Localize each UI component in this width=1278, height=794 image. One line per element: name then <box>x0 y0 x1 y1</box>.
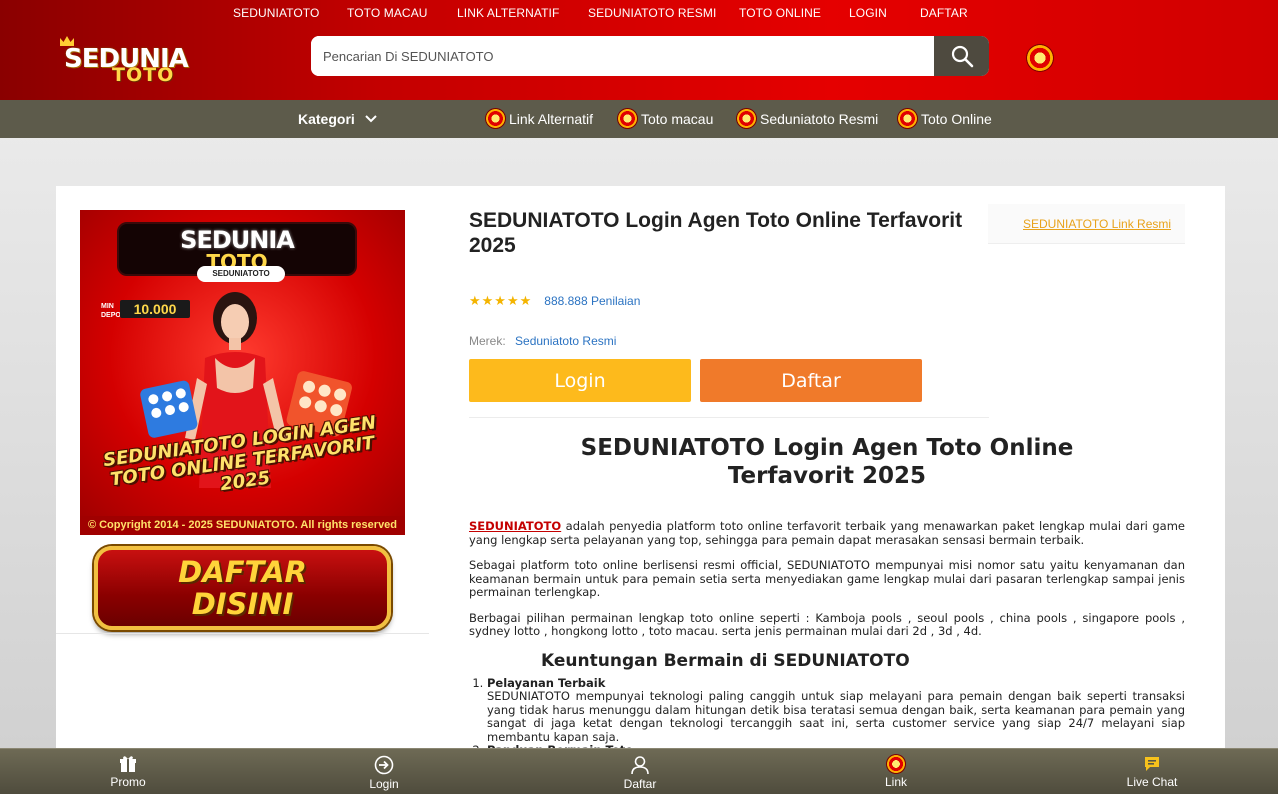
chip-icon <box>486 109 505 128</box>
divider <box>469 417 989 418</box>
daftar-disini-line2: DISINI <box>191 587 294 621</box>
kategori-dropdown[interactable]: Kategori <box>298 111 377 127</box>
site-header: SEDUNIATOTO TOTO MACAU LINK ALTERNATIF S… <box>0 0 1278 100</box>
article-heading: SEDUNIATOTO Login Agen Toto Online Terfa… <box>580 435 1074 489</box>
subnav-item-toto-macau[interactable]: Toto macau <box>618 109 713 128</box>
topnav-toto-macau[interactable]: TOTO MACAU <box>347 6 428 20</box>
banner-tag: SEDUNIATOTO <box>197 266 285 282</box>
user-icon <box>631 756 649 775</box>
chip-icon <box>1027 45 1053 71</box>
product-banner-image: SEDUNIA TOTO SEDUNIATOTO MIN DEPO 10.000 <box>80 210 405 535</box>
chip-icon <box>887 755 905 773</box>
subnav-item-label: Link Alternatif <box>509 110 594 127</box>
header-chip-icon[interactable] <box>1027 45 1053 71</box>
login-icon <box>374 755 394 775</box>
subnav-item-seduniatoto-resmi[interactable]: Seduniatoto Resmi <box>737 109 878 128</box>
chip-icon <box>618 109 637 128</box>
product-title: SEDUNIATOTO Login Agen Toto Online Terfa… <box>469 209 963 257</box>
chip-icon <box>898 109 917 128</box>
logo-word-toto: TOTO <box>112 64 175 86</box>
top-nav: SEDUNIATOTO TOTO MACAU LINK ALTERNATIF S… <box>0 6 1278 22</box>
bottom-nav-label: Promo <box>110 775 146 789</box>
bottom-nav-promo[interactable]: Promo <box>88 755 168 789</box>
daftar-disini-button[interactable]: DAFTAR DISINI <box>94 546 391 630</box>
seduniatoto-link[interactable]: SEDUNIATOTO <box>469 519 561 533</box>
brand-link[interactable]: Seduniatoto Resmi <box>515 334 616 348</box>
article-subheading: Keuntungan Bermain di SEDUNIATOTO <box>541 650 910 671</box>
topnav-daftar[interactable]: DAFTAR <box>920 6 968 20</box>
search-button[interactable] <box>934 36 989 76</box>
login-button[interactable]: Login <box>469 359 691 402</box>
lottery-card-left-icon <box>140 380 198 438</box>
side-link-resmi[interactable]: SEDUNIATOTO Link Resmi <box>988 204 1185 244</box>
topnav-toto-online[interactable]: TOTO ONLINE <box>739 6 821 20</box>
search-input[interactable] <box>311 36 934 76</box>
daftar-button[interactable]: Daftar <box>700 359 922 402</box>
topnav-seduniatoto-resmi[interactable]: SEDUNIATOTO RESMI <box>588 6 716 20</box>
bottom-nav-label: Live Chat <box>1126 775 1178 789</box>
list-item-title: Pelayanan Terbaik <box>487 675 606 690</box>
bottom-nav-label: Link <box>884 775 907 789</box>
site-logo[interactable]: SEDUNIA TOTO <box>60 36 210 86</box>
topnav-seduniatoto[interactable]: SEDUNIATOTO <box>233 6 319 20</box>
article-paragraph-1: SEDUNIATOTO adalah penyedia platform tot… <box>469 519 1185 547</box>
article-body: SEDUNIATOTO Login Agen Toto Online Terfa… <box>469 434 1185 758</box>
article-paragraph-3: Berbagai pilihan permainan lengkap toto … <box>469 610 1185 638</box>
rating-count[interactable]: 888.888 Penilaian <box>544 294 640 308</box>
brand-label: Merek: <box>469 334 506 348</box>
topnav-link-alternatif[interactable]: LINK ALTERNATIF <box>457 6 559 20</box>
list-item-desc: SEDUNIATOTO mempunyai teknologi paling c… <box>487 689 1185 744</box>
search-bar <box>311 36 989 76</box>
bottom-nav-label: Daftar <box>623 777 657 791</box>
kategori-label: Kategori <box>298 111 355 127</box>
bottom-nav-bar: Promo Login Daftar Link Live Chat <box>0 748 1278 794</box>
product-card: SEDUNIA TOTO SEDUNIATOTO MIN DEPO 10.000 <box>56 186 1225 794</box>
bottom-nav-live-chat[interactable]: Live Chat <box>1112 755 1192 789</box>
subnav-item-link-alternatif[interactable]: Link Alternatif <box>486 109 593 128</box>
category-nav: Kategori Link Alternatif Toto macau Sedu… <box>0 100 1278 138</box>
bottom-nav-link[interactable]: Link <box>856 755 936 789</box>
rating: ★★★★★ 888.888 Penilaian <box>469 293 640 309</box>
topnav-login[interactable]: LOGIN <box>849 6 887 20</box>
gift-icon <box>120 756 136 772</box>
subnav-item-label: Seduniatoto Resmi <box>760 110 879 127</box>
bottom-nav-daftar[interactable]: Daftar <box>600 755 680 791</box>
banner-copyright: © Copyright 2014 - 2025 SEDUNIATOTO. All… <box>80 516 405 535</box>
search-icon <box>951 45 973 68</box>
bottom-nav-label: Login <box>369 777 399 791</box>
list-item: Pelayanan Terbaik SEDUNIATOTO mempunyai … <box>487 675 1185 745</box>
bottom-nav-login[interactable]: Login <box>344 755 424 791</box>
brand-row: Merek: Seduniatoto Resmi <box>469 334 616 348</box>
paragraph-text: adalah penyedia platform toto online ter… <box>469 519 1185 547</box>
star-rating-icon: ★★★★★ <box>469 293 533 308</box>
subnav-item-label: Toto macau <box>641 110 714 127</box>
banner-depo-label: MIN DEPO <box>101 303 121 319</box>
benefits-list: Pelayanan Terbaik SEDUNIATOTO mempunyai … <box>469 675 1185 758</box>
article-paragraph-2: Sebagai platform toto online berlisensi … <box>469 558 1185 599</box>
daftar-disini-line1: DAFTAR <box>178 555 307 589</box>
subnav-item-toto-online[interactable]: Toto Online <box>898 109 992 128</box>
divider <box>56 633 429 634</box>
chip-icon <box>737 109 756 128</box>
chat-icon <box>1145 757 1159 771</box>
subnav-item-label: Toto Online <box>921 110 992 127</box>
chevron-down-icon <box>365 115 377 123</box>
